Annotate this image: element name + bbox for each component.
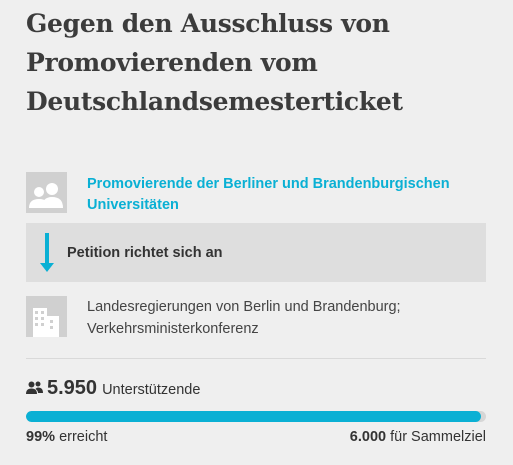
- progress-goal: 6.000 für Sammelziel: [350, 429, 486, 445]
- addressee-line-2: Verkehrsministerkonferenz: [87, 321, 259, 337]
- supporters-icon: [26, 381, 43, 399]
- arrow-down-icon: [26, 223, 67, 282]
- addressee-line-1: Landesregierungen von Berlin und Branden…: [87, 299, 401, 315]
- recipient-label: Petition richtet sich an: [67, 244, 223, 261]
- initiator-row: Promovierende der Berliner und Brandenbu…: [26, 172, 486, 216]
- progress-bar: [26, 411, 486, 422]
- addressee-row: Landesregierungen von Berlin und Branden…: [26, 296, 486, 340]
- progress-fill: [26, 411, 482, 422]
- divider: [26, 358, 486, 359]
- supporters-label: Unterstützende: [102, 382, 201, 398]
- supporters-count: 5.950: [47, 377, 98, 399]
- building-icon: [26, 296, 67, 337]
- supporters-counter: 5.950 Unterstützende: [26, 377, 200, 400]
- progress-percent: 99% erreicht: [26, 429, 107, 445]
- progress-percent-label: erreicht: [59, 429, 108, 445]
- progress-goal-value: 6.000: [349, 429, 387, 445]
- progress-percent-value: 99%: [26, 429, 56, 445]
- initiator-link[interactable]: Promovierende der Berliner und Brandenbu…: [87, 174, 477, 216]
- petition-title: Gegen den Ausschluss von Promovierenden …: [26, 9, 403, 116]
- progress-goal-label: für Sammelziel: [390, 429, 486, 445]
- progress-meta: 99% erreicht 6.000 für Sammelziel: [26, 429, 486, 445]
- addressee-text: Landesregierungen von Berlin und Branden…: [87, 296, 477, 340]
- people-icon: [26, 172, 67, 213]
- recipient-box: Petition richtet sich an: [26, 223, 486, 282]
